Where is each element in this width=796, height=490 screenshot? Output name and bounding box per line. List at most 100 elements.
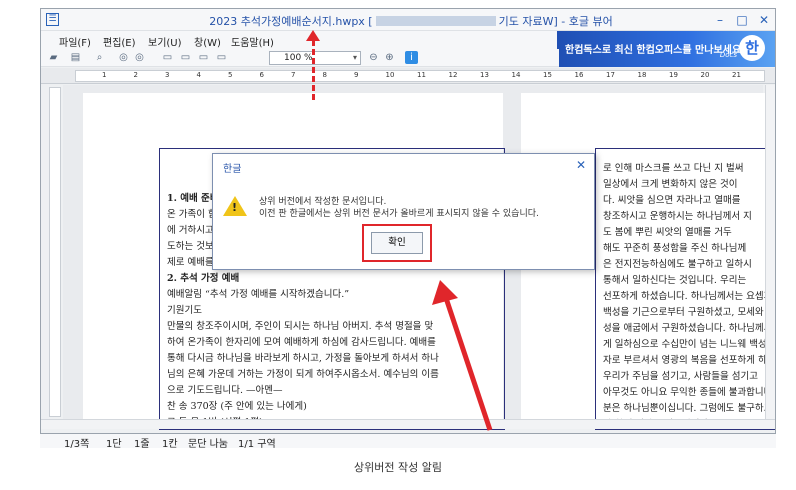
document-line: 으로 기도드립니다. —아멘— [167,385,283,396]
ruler-number: 21 [732,71,741,79]
chevron-down-icon: ▾ [352,53,357,62]
ruler-number: 20 [700,71,710,79]
menu-window[interactable]: 창(W) [194,34,221,49]
horizontal-ruler: 1 2 3 4 5 6 7 8 9 10 11 12 13 14 15 16 17 18 19 20 21 [41,68,775,84]
document-line: 찬 송 370장 (주 안에 있는 나에게) [167,401,307,412]
toolbar: ▰ ▤ ⌕ ◎ ◎ ▭ ▭ ▭ ▭ 100 % ▾ ⊖ ⊕ i [41,49,559,67]
redacted-region [375,16,496,26]
ruler-number: 8 [322,71,327,79]
document-line: 하여 온가족이 한자리에 모여 예배하게 하심에 감사드립니다. 예배를 [167,337,436,348]
info-icon[interactable]: i [405,51,418,64]
hancom-logo-icon: 한 [739,35,765,61]
status-cell: 1칸 [162,439,178,450]
zoom-in-icon[interactable]: ⊕ [383,51,396,64]
document-line: 자로 부르셔서 영광의 복음을 선포하게 하셨 [603,355,773,366]
ruler-number: 11 [417,71,426,79]
ruler-number: 12 [448,71,458,79]
annotation-arrow-up-line [312,40,315,100]
window-title-right: 기도 자료W] - 호글 뷰어 [498,15,613,28]
document-line: 통해 다시금 하나님을 바라보게 하시고, 가정을 돌아보게 하셔서 하나 [167,353,439,364]
document-line: 님의 은혜 가운데 거하는 가정이 되게 하여주시옵소서. 예수님의 이름 [167,369,439,380]
ruler-number: 14 [511,71,521,79]
ruler-number: 1 [102,71,107,79]
promo-banner[interactable]: 한컴독스로 최신 한컴오피스를 만나보세요 Docs 한 [557,31,775,67]
document-line: 백성을 기근으로부터 구원하셨고, 모세와 함 [603,307,773,318]
open-folder-icon[interactable]: ▰ [47,51,60,64]
ruler-number: 13 [480,71,489,79]
dialog-body: ! 상위 버전에서 작성한 문서입니다. 이전 판 한글에서는 상위 버전 문서… [213,176,594,269]
single-page-icon[interactable]: ▭ [161,51,174,64]
zoom-page-icon[interactable]: ◎ [117,51,130,64]
find-icon[interactable]: ⌕ [93,51,106,64]
ruler-number: 2 [133,71,138,79]
ruler-number: 3 [165,71,170,79]
dialog-title: 한글 [223,164,242,175]
document-line: 2. 추석 가정 예배 [167,273,240,284]
status-page: 1/3쪽 [64,439,90,450]
zoom-select[interactable]: 100 % ▾ [269,51,361,65]
minimize-icon[interactable]: – [711,12,729,28]
document-line: 도 봄에 뿌린 씨앗의 열매를 거두 [603,227,732,238]
document-line: 게 일하심으로 수십만이 넘는 니느웨 백성들 [603,339,773,350]
ruler-number: 5 [228,71,233,79]
ruler-number: 15 [543,71,552,79]
document-line: 일상에서 크게 변화하지 않은 것이 [603,179,738,190]
ruler-number: 7 [291,71,296,79]
ruler-number: 10 [385,71,395,79]
maximize-icon[interactable]: □ [733,12,751,28]
document-line: 우리가 주님을 섬기고, 사람들을 섬기고 [603,371,758,382]
menu-edit[interactable]: 편집(E) [103,34,136,49]
document-line: 예배알림 “추석 가정 예배를 시작하겠습니다.” [167,289,350,300]
document-line: 통해서 일하신다는 것입니다. 우리는 [603,275,747,286]
figure-caption: 상위버전 작성 알림 [354,461,442,474]
window-title-left: 2023 추석가정예배순서지.hwpx [ [209,15,373,28]
document-line: 창조하시고 운행하시는 하나님께서 지 [603,211,752,222]
close-icon[interactable]: ✕ [755,12,773,28]
zoom-value: 100 % [284,53,313,63]
document-line: 분은 하나님뿐이십니다. 그럼에도 불구하고 [603,403,773,414]
book-view-icon[interactable]: ▭ [215,51,228,64]
zoom-width-icon[interactable]: ◎ [133,51,146,64]
menu-view[interactable]: 보기(U) [148,34,182,49]
promo-docs-label: Docs [719,51,737,59]
zoom-out-icon[interactable]: ⊖ [367,51,380,64]
dialog-close-icon[interactable]: ✕ [576,158,586,172]
vertical-ruler [49,87,61,417]
status-line: 1줄 [134,439,150,450]
two-page-icon[interactable]: ▭ [179,51,192,64]
status-paragraph: 문단 나눔 [188,439,228,450]
version-warning-dialog: 한글 ✕ ! 상위 버전에서 작성한 문서입니다. 이전 판 한글에서는 상위 … [212,153,595,270]
promo-text: 한컴독스로 최신 한컴오피스를 만나보세요 [565,45,742,56]
window-title: 2023 추석가정예배순서지.hwpx [ 기도 자료W] - 호글 뷰어 [161,13,661,29]
dialog-message-line2: 이전 판 한글에서는 상위 버전 문서가 올바르게 표시되지 않을 수 있습니다… [259,209,539,219]
status-bar: 1/3쪽 1단 1줄 1칸 문단 나눔 1/1 구역 [40,434,776,450]
menu-help[interactable]: 도움말(H) [231,34,274,49]
warning-mark: ! [232,201,238,214]
ruler-number: 4 [196,71,201,79]
app-icon: ☰ [46,13,59,26]
ok-button[interactable]: 확인 [371,232,423,254]
status-column: 1단 [106,439,122,450]
vertical-scrollbar[interactable] [765,85,775,419]
document-line: 해도 꾸준히 풍성함을 주신 하나님께 [603,243,747,254]
right-column-text: 로 인해 마스크를 쓰고 다닌 지 벌써일상에서 크게 변화하지 않은 것이다.… [603,161,773,427]
ruler-number: 17 [606,71,615,79]
ruler-number: 16 [574,71,584,79]
document-line: 다. 씨앗을 심으면 자라나고 열매를 [603,195,741,206]
ruler-number: 6 [259,71,264,79]
document-line: 성을 애굽에서 구원하셨습니다. 하나님께서는 [603,323,773,334]
document-line: 만물의 창조주이시며, 주인이 되시는 하나님 아버지. 추석 명절을 맞 [167,321,434,332]
multi-page-icon[interactable]: ▭ [197,51,210,64]
status-section: 1/1 구역 [238,439,276,450]
title-bar: ☰ 2023 추석가정예배순서지.hwpx [ 기도 자료W] - 호글 뷰어 –… [41,9,775,31]
horizontal-scrollbar[interactable] [41,419,775,429]
document-line: 로 인해 마스크를 쓰고 다닌 지 벌써 [603,163,744,174]
document-line: 아무것도 아니요 무익한 종들에 불과합니다 [603,387,773,398]
document-line: 선포하게 하셨습니다. 하나님께서는 요셉과 [603,291,773,302]
ruler-number: 18 [637,71,647,79]
print-icon[interactable]: ▤ [69,51,82,64]
document-line: 은 전지전능하심에도 불구하고 일하시 [603,259,752,270]
ruler-scale: 1 2 3 4 5 6 7 8 9 10 11 12 13 14 15 16 17 18 19 20 21 [75,70,765,82]
ruler-number: 19 [669,71,678,79]
menu-file[interactable]: 파일(F) [59,34,91,49]
